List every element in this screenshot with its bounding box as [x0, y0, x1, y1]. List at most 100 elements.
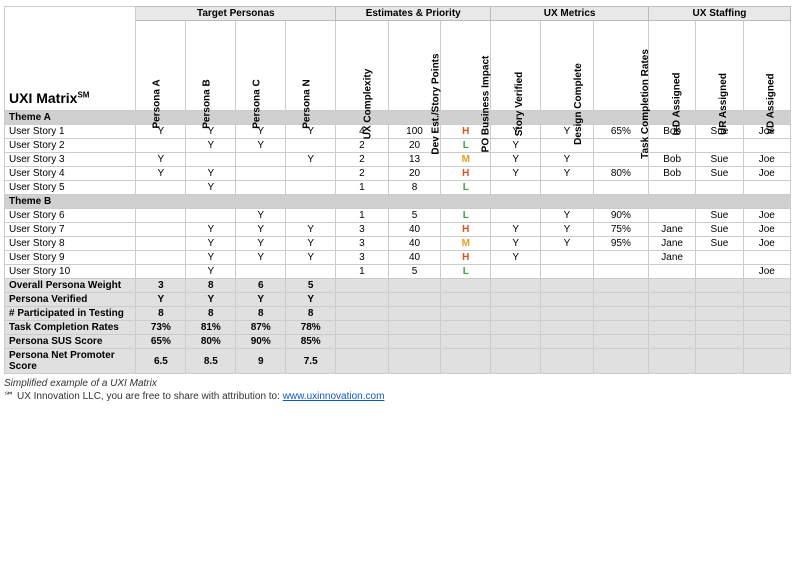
table-cell: Y	[541, 125, 594, 139]
table-cell: 95%	[593, 237, 648, 251]
table-cell: # Participated in Testing	[5, 307, 136, 321]
table-cell	[541, 279, 594, 293]
table-cell: 6	[236, 279, 286, 293]
task-completion-header: Task Completion Rates	[593, 21, 648, 111]
matrix-title: UXI MatrixSM	[5, 7, 136, 111]
table-cell	[441, 307, 491, 321]
table-cell: Y	[236, 293, 286, 307]
table-cell: 40	[388, 223, 441, 237]
table-cell	[743, 251, 790, 265]
summary-row: Persona VerifiedYYYY	[5, 293, 791, 307]
table-cell: Y	[186, 167, 236, 181]
table-cell	[743, 139, 790, 153]
table-cell: Y	[136, 293, 186, 307]
table-cell: Y	[136, 167, 186, 181]
table-cell: 75%	[593, 223, 648, 237]
dev-est-header: Dev Est./Story Points	[388, 21, 441, 111]
uxi-matrix-table: UXI MatrixSM Target Personas Estimates &…	[4, 6, 791, 374]
table-cell: 2	[336, 139, 389, 153]
table-cell: Sue	[696, 153, 743, 167]
table-cell	[491, 293, 541, 307]
table-cell	[286, 265, 336, 279]
table-cell	[648, 293, 695, 307]
theme-row: Theme B	[5, 195, 791, 209]
table-cell	[593, 349, 648, 374]
table-cell: Jane	[648, 223, 695, 237]
table-cell	[441, 293, 491, 307]
table-cell	[696, 251, 743, 265]
table-cell	[388, 321, 441, 335]
table-cell: Persona SUS Score	[5, 335, 136, 349]
main-container: UXI MatrixSM Target Personas Estimates &…	[0, 0, 795, 408]
table-cell: Persona Verified	[5, 293, 136, 307]
table-cell: Y	[186, 139, 236, 153]
table-cell: User Story 5	[5, 181, 136, 195]
ux-complexity-header: UX Complexity	[336, 21, 389, 111]
table-cell	[696, 349, 743, 374]
table-cell	[491, 335, 541, 349]
table-cell	[696, 139, 743, 153]
table-cell	[286, 167, 336, 181]
table-cell: 65%	[136, 335, 186, 349]
table-cell: 85%	[286, 335, 336, 349]
persona-b-header: Persona B	[186, 21, 236, 111]
table-cell	[593, 181, 648, 195]
table-cell: Y	[186, 181, 236, 195]
table-cell: Sue	[696, 209, 743, 223]
table-cell	[541, 349, 594, 374]
table-cell	[541, 293, 594, 307]
footer-note: Simplified example of a UXI Matrix	[4, 378, 791, 389]
table-cell	[136, 223, 186, 237]
table-cell	[336, 279, 389, 293]
table-cell: 5	[388, 209, 441, 223]
ux-metrics-header: UX Metrics	[491, 7, 649, 21]
table-cell: Joe	[743, 265, 790, 279]
table-cell	[696, 335, 743, 349]
table-cell	[648, 335, 695, 349]
summary-row: Task Completion Rates73%81%87%78%	[5, 321, 791, 335]
table-cell: 81%	[186, 321, 236, 335]
table-cell	[336, 307, 389, 321]
table-cell	[743, 181, 790, 195]
table-cell: Joe	[743, 237, 790, 251]
table-row: User Story 9YYY340HYJane	[5, 251, 791, 265]
table-cell: 1	[336, 265, 389, 279]
table-cell	[388, 349, 441, 374]
table-cell	[491, 307, 541, 321]
table-cell	[593, 307, 648, 321]
table-cell	[541, 181, 594, 195]
table-cell: 8	[186, 307, 236, 321]
footer-link[interactable]: www.uxinnovation.com	[283, 391, 385, 402]
table-cell	[286, 181, 336, 195]
table-cell	[336, 335, 389, 349]
table-cell: 6.5	[136, 349, 186, 374]
table-cell: 5	[388, 265, 441, 279]
summary-row: Overall Persona Weight3865	[5, 279, 791, 293]
ur-assigned-header: UR Assigned	[696, 21, 743, 111]
table-cell	[441, 349, 491, 374]
table-cell: 1	[336, 181, 389, 195]
table-cell: 40	[388, 251, 441, 265]
table-cell: Y	[491, 251, 541, 265]
summary-row: # Participated in Testing8888	[5, 307, 791, 321]
table-cell: L	[441, 181, 491, 195]
table-row: User Story 2YY220LY	[5, 139, 791, 153]
footer-copyright: ℠ UX Innovation LLC, you are free to sha…	[4, 391, 791, 402]
table-cell: Y	[186, 265, 236, 279]
table-cell	[743, 293, 790, 307]
table-cell: L	[441, 209, 491, 223]
table-cell	[491, 349, 541, 374]
table-cell: 8	[388, 181, 441, 195]
table-cell: 2	[336, 167, 389, 181]
table-cell	[336, 321, 389, 335]
table-cell	[743, 279, 790, 293]
table-cell	[491, 181, 541, 195]
table-cell	[136, 251, 186, 265]
table-cell: 3	[136, 279, 186, 293]
table-cell	[593, 279, 648, 293]
table-row: User Story 6Y15LY90%SueJoe	[5, 209, 791, 223]
target-personas-header: Target Personas	[136, 7, 336, 21]
table-cell: User Story 3	[5, 153, 136, 167]
table-cell: Y	[491, 153, 541, 167]
table-cell: 7.5	[286, 349, 336, 374]
